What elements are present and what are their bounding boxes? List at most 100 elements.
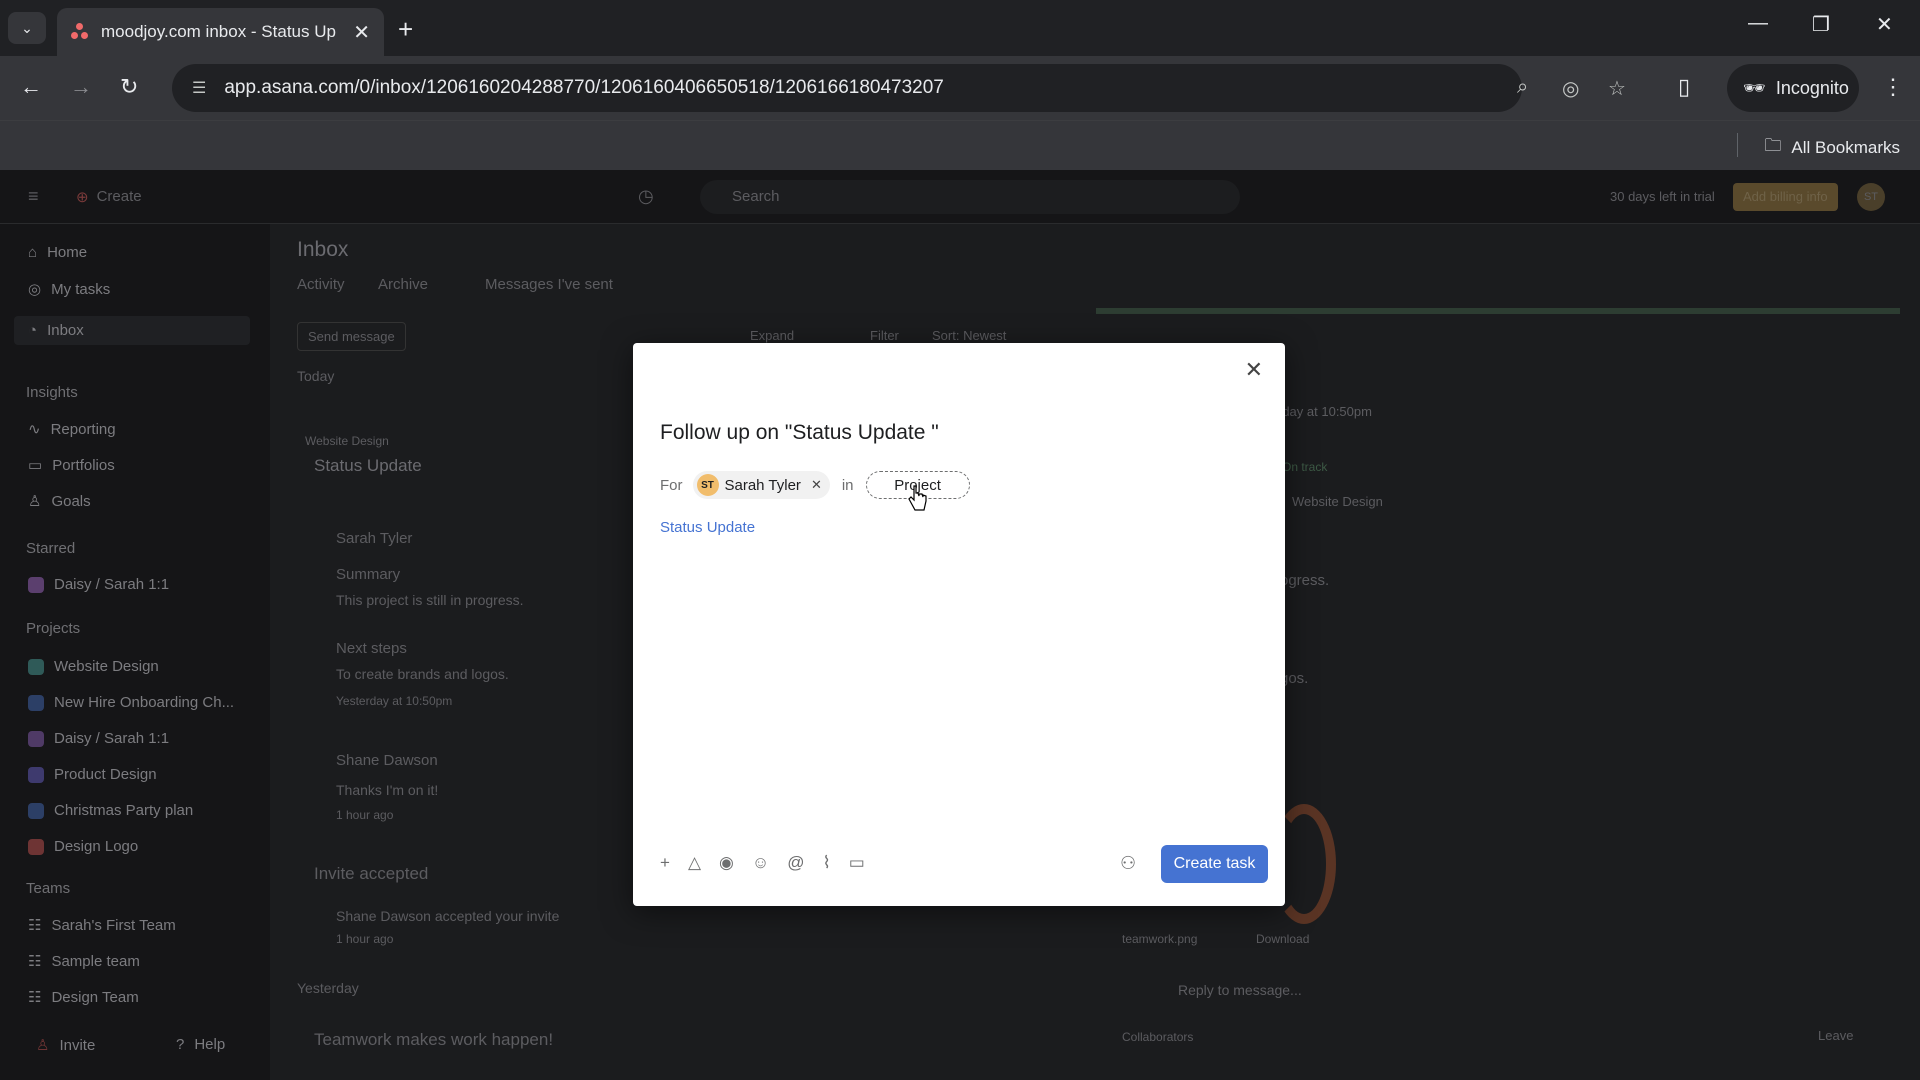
sidebar-project-item[interactable]: Daisy / Sarah 1:1 <box>28 730 169 747</box>
text-format-icon[interactable]: △ <box>688 853 701 873</box>
sidebar-item-label: Product Design <box>54 766 157 783</box>
collaborators-label: Collaborators <box>1122 1030 1194 1044</box>
menu-icon[interactable]: ⋮ <box>1882 74 1904 100</box>
user-avatar[interactable]: ST <box>1857 183 1885 211</box>
sidebar-project-item[interactable]: Website Design <box>28 658 159 675</box>
project-tag[interactable]: Website Design <box>305 434 389 448</box>
attach-icon[interactable]: ⌇ <box>822 853 830 873</box>
sidebar-team-item[interactable]: ☷ Sample team <box>28 952 140 971</box>
sidebar-item-label: Website Design <box>54 658 159 675</box>
bookmark-star-icon[interactable]: ☆ <box>1608 76 1626 101</box>
plus-icon[interactable]: + <box>660 853 670 873</box>
window-close-icon[interactable]: ✕ <box>1876 12 1893 37</box>
teamwork-item[interactable]: Teamwork makes work happen! <box>314 1030 553 1050</box>
address-bar[interactable]: ☰ app.asana.com/0/inbox/1206160204288770… <box>172 64 1626 112</box>
download-link[interactable]: Download <box>1256 932 1309 946</box>
sidebar-item-label: Christmas Party plan <box>54 802 194 819</box>
insights-heading[interactable]: Insights <box>26 384 78 401</box>
zoom-icon[interactable]: ⌕ <box>1517 76 1528 99</box>
sidebar-item-label: Inbox <box>47 322 84 339</box>
hamburger-icon[interactable]: ≡ <box>28 186 39 207</box>
invite-icon: ♙ <box>36 1037 50 1054</box>
search-input[interactable]: Search <box>700 180 1240 214</box>
author-name[interactable]: Sarah Tyler <box>336 530 412 547</box>
forward-icon[interactable]: → <box>70 74 92 100</box>
tab-archive[interactable]: Archive <box>378 276 428 293</box>
detail-text-fragment: ogress. <box>1280 572 1330 589</box>
help-button[interactable]: ? Help <box>176 1036 225 1053</box>
team-icon: ☷ <box>28 917 42 934</box>
history-icon[interactable]: ◷ <box>638 186 654 207</box>
tab-messages-sent[interactable]: Messages I've sent <box>485 276 613 293</box>
description-link[interactable]: Status Update <box>660 519 755 536</box>
leave-button[interactable]: Leave <box>1818 1028 1853 1043</box>
emoji-icon[interactable]: ☺ <box>752 853 769 873</box>
sidebar-item-inbox[interactable]: ◔ Inbox <box>14 316 250 345</box>
eye-off-icon[interactable]: ◎ <box>1562 76 1579 101</box>
sidebar-item-reporting[interactable]: ∿ Reporting <box>28 420 116 439</box>
back-icon[interactable]: ← <box>20 74 42 100</box>
invite-label: Invite <box>59 1036 96 1054</box>
send-message-button[interactable]: Send message <box>297 322 406 351</box>
restore-icon[interactable]: ❐ <box>1812 12 1830 37</box>
tab-title: moodjoy.com inbox - Status Up <box>101 22 336 41</box>
sidebar-item-label: My tasks <box>51 280 111 298</box>
all-bookmarks[interactable]: 🗀 All Bookmarks <box>1764 133 1900 162</box>
minimize-icon[interactable]: — <box>1748 12 1768 35</box>
inbox-item-title[interactable]: Status Update <box>314 456 422 476</box>
sort-button[interactable]: Sort: Newest <box>932 328 1006 343</box>
sidebar-project-item[interactable]: Product Design <box>28 766 157 783</box>
today-label: Today <box>297 368 335 384</box>
sidebar-item-my-tasks[interactable]: ◎ My tasks <box>28 280 111 299</box>
remove-assignee-icon[interactable]: ✕ <box>811 477 822 493</box>
asana-favicon-icon <box>71 23 89 41</box>
create-button[interactable]: ⊕ Create <box>76 188 142 206</box>
sidebar-starred-item[interactable]: Daisy / Sarah 1:1 <box>28 576 169 593</box>
new-tab-icon[interactable]: + <box>398 14 413 45</box>
starred-heading[interactable]: Starred <box>26 540 75 557</box>
close-icon[interactable]: ✕ <box>1245 357 1263 383</box>
collaborators-icon[interactable]: ⚇ <box>1120 853 1136 874</box>
expand-button[interactable]: Expand <box>750 328 794 343</box>
assignee-chip[interactable]: ST Sarah Tyler ✕ <box>692 471 830 499</box>
reload-icon[interactable]: ↻ <box>120 74 138 100</box>
add-billing-button[interactable]: Add billing info <box>1733 183 1838 211</box>
filter-button[interactable]: Filter <box>870 328 899 343</box>
sidebar-project-item[interactable]: New Hire Onboarding Ch... <box>28 694 234 711</box>
projects-heading[interactable]: Projects <box>26 620 80 637</box>
calendar-icon[interactable]: ▭ <box>849 853 865 873</box>
browser-chrome: ⌄ moodjoy.com inbox - Status Up ✕ + — ❐ … <box>0 0 1920 170</box>
sidebar-item-label: New Hire Onboarding Ch... <box>54 694 235 711</box>
follow-up-task-dialog: ✕ Follow up on "Status Update " For ST S… <box>633 343 1285 906</box>
browser-tab[interactable]: moodjoy.com inbox - Status Up ✕ <box>57 8 384 56</box>
dialog-title[interactable]: Follow up on "Status Update " <box>660 421 939 445</box>
record-icon[interactable]: ◉ <box>719 853 734 873</box>
site-settings-icon[interactable]: ☰ <box>192 78 206 98</box>
commenter-name[interactable]: Shane Dawson <box>336 752 438 769</box>
sidebar-team-item[interactable]: ☷ Sarah's First Team <box>28 916 176 935</box>
tab-close-icon[interactable]: ✕ <box>353 20 370 45</box>
invite-text: Shane Dawson accepted your invite <box>336 908 560 924</box>
sidebar-team-item[interactable]: ☷ Design Team <box>28 988 139 1007</box>
detail-project[interactable]: Website Design <box>1292 494 1383 509</box>
side-panel-icon[interactable]: ▯ <box>1678 74 1690 100</box>
sidebar-item-portfolios[interactable]: ▭ Portfolios <box>28 456 115 475</box>
reply-input[interactable]: Reply to message... <box>1178 982 1302 998</box>
sidebar-item-goals[interactable]: ♙ Goals <box>28 492 91 511</box>
invite-button[interactable]: ♙ Invite <box>36 1036 96 1055</box>
attachment-name[interactable]: teamwork.png <box>1122 932 1197 946</box>
incognito-label: Incognito <box>1775 77 1849 98</box>
incognito-indicator[interactable]: 🕶 Incognito <box>1727 64 1859 112</box>
tab-search-icon[interactable]: ⌄ <box>8 12 46 44</box>
sidebar-project-item[interactable]: Design Logo <box>28 838 138 855</box>
incognito-icon: 🕶 <box>1743 77 1766 98</box>
summary-heading: Summary <box>336 566 401 583</box>
sidebar-project-item[interactable]: Christmas Party plan <box>28 802 193 819</box>
project-color-icon <box>28 766 44 783</box>
tab-activity[interactable]: Activity <box>297 276 345 293</box>
create-task-button[interactable]: Create task <box>1161 845 1268 883</box>
sidebar-item-home[interactable]: ⌂ Home <box>28 244 87 261</box>
invite-accepted-title[interactable]: Invite accepted <box>314 864 428 884</box>
teams-heading[interactable]: Teams <box>26 880 70 897</box>
mention-icon[interactable]: @ <box>787 853 804 873</box>
